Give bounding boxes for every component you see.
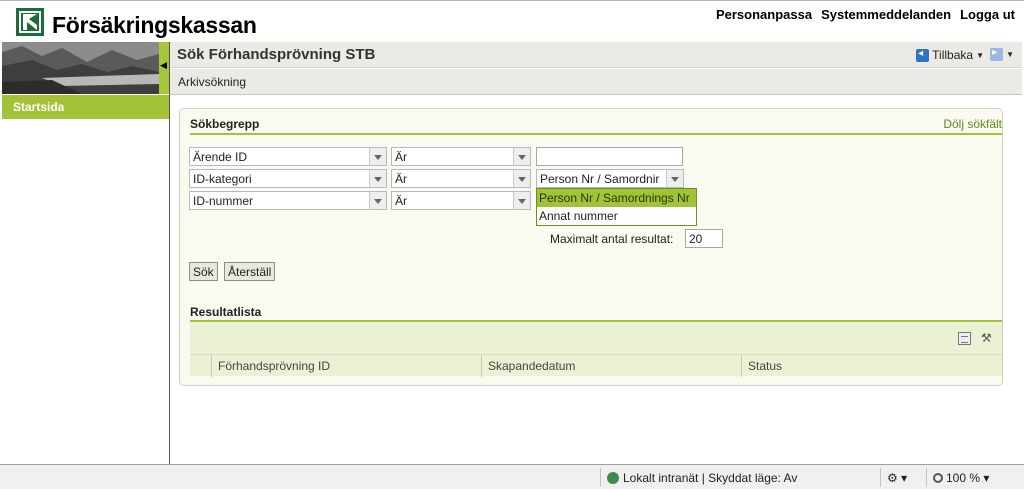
dropdown-arrow-icon <box>513 148 530 165</box>
dropdown-arrow-icon <box>369 170 386 187</box>
operator-select-value: Är <box>395 194 407 208</box>
sidebar-item-startsida[interactable]: Startsida <box>2 95 169 119</box>
field-select-2[interactable]: ID-kategori <box>189 169 387 188</box>
dropdown-arrow-icon <box>369 192 386 209</box>
browser-statusbar: Lokalt intranät | Skyddat läge: Av ⚙ ▾ 1… <box>0 464 1024 489</box>
field-select-1[interactable]: Ärende ID <box>189 147 387 166</box>
back-label: Tillbaka <box>932 48 974 62</box>
id-category-dropdown-list: Person Nr / Samordnings Nr Annat nummer <box>536 188 697 226</box>
page-title: Sök Förhandsprövning STB <box>177 46 376 63</box>
dropdown-arrow-icon <box>513 192 530 209</box>
operator-select-3[interactable]: Är <box>391 191 531 210</box>
id-category-value: Person Nr / Samordnir <box>540 172 660 186</box>
max-results-label: Maximalt antal resultat: <box>550 232 674 246</box>
personalize-link[interactable]: Personanpassa <box>716 7 812 22</box>
results-heading: Resultatlista <box>190 305 262 319</box>
collapse-sidebar-button[interactable]: ◀ <box>159 42 169 94</box>
landscape-banner-image <box>2 42 159 94</box>
value-input-1[interactable] <box>536 147 683 166</box>
globe-icon <box>607 472 619 484</box>
results-toolbar-icons: ⚒ <box>958 332 994 345</box>
operator-select-1[interactable]: Är <box>391 147 531 166</box>
operator-select-value: Är <box>395 150 407 164</box>
zoom-control[interactable]: 100 % ▾ <box>926 468 1016 487</box>
security-zone: Lokalt intranät | Skyddat läge: Av <box>600 468 880 487</box>
breadcrumb-bar: Arkivsökning <box>170 69 1022 95</box>
field-select-value: ID-kategori <box>193 172 252 186</box>
wrench-icon[interactable]: ⚒ <box>981 332 994 345</box>
system-messages-link[interactable]: Systemmeddelanden <box>821 7 951 22</box>
logout-link[interactable]: Logga ut <box>960 7 1015 22</box>
search-button[interactable]: Sök <box>189 262 218 281</box>
operator-select-value: Är <box>395 172 407 186</box>
back-button[interactable]: Tillbaka ▼ <box>916 48 984 62</box>
search-section-header: Sökbegrepp Dölj sökfält <box>190 115 1002 135</box>
hide-search-fields-link[interactable]: Dölj sökfält <box>943 117 1002 131</box>
settings-icon: ⚙ ▾ <box>887 471 908 485</box>
field-select-value: ID-nummer <box>193 194 254 208</box>
results-table-header: Förhandsprövning ID Skapandedatum Status <box>190 354 1002 377</box>
chevron-down-icon[interactable]: ▼ <box>1006 50 1014 59</box>
zoom-icon <box>933 473 943 483</box>
forward-button[interactable]: ▼ <box>990 47 1014 61</box>
field-select-3[interactable]: ID-nummer <box>189 191 387 210</box>
results-toolbar: ⚒ <box>190 320 1002 356</box>
column-header[interactable]: Skapandedatum <box>481 355 741 377</box>
max-results-input[interactable]: 20 <box>685 229 723 248</box>
chevron-down-icon: ▾ <box>983 471 990 485</box>
page-titlebar: Sök Förhandsprövning STB Tillbaka ▼ ▼ <box>170 42 1022 68</box>
search-panel: Sökbegrepp Dölj sökfält Ärende ID Är ID-… <box>179 108 1003 386</box>
reset-button[interactable]: Återställ <box>224 262 276 281</box>
dropdown-arrow-icon <box>513 170 530 187</box>
main-content: Sökbegrepp Dölj sökfält Ärende ID Är ID-… <box>170 96 1022 464</box>
field-select-value: Ärende ID <box>193 150 248 164</box>
id-category-select[interactable]: Person Nr / Samordnir <box>536 169 684 188</box>
search-heading: Sökbegrepp <box>190 117 260 131</box>
dropdown-arrow-icon <box>666 170 683 187</box>
print-icon[interactable] <box>958 332 971 345</box>
dropdown-option[interactable]: Person Nr / Samordnings Nr <box>537 189 696 207</box>
chevron-down-icon[interactable]: ▼ <box>976 51 984 60</box>
top-links: Personanpassa Systemmeddelanden Logga ut <box>716 7 1015 22</box>
zoom-level: 100 % <box>946 471 981 485</box>
column-header[interactable]: Status <box>741 355 1002 377</box>
brand-name: Försäkringskassan <box>52 12 257 38</box>
arrow-left-icon: ◀ <box>160 60 167 70</box>
app-header: Försäkringskassan Personanpassa Systemme… <box>0 0 1024 42</box>
forward-arrow-icon <box>990 47 1004 61</box>
protected-mode-cell[interactable]: ⚙ ▾ <box>880 468 926 487</box>
dropdown-arrow-icon <box>369 148 386 165</box>
brand-logo-icon[interactable] <box>16 8 44 36</box>
back-arrow-icon <box>916 48 930 62</box>
column-header[interactable]: Förhandsprövning ID <box>211 355 481 377</box>
breadcrumb: Arkivsökning <box>178 75 247 89</box>
operator-select-2[interactable]: Är <box>391 169 531 188</box>
security-zone-text: Lokalt intranät | Skyddat läge: Av <box>623 471 798 485</box>
dropdown-option[interactable]: Annat nummer <box>537 207 696 225</box>
